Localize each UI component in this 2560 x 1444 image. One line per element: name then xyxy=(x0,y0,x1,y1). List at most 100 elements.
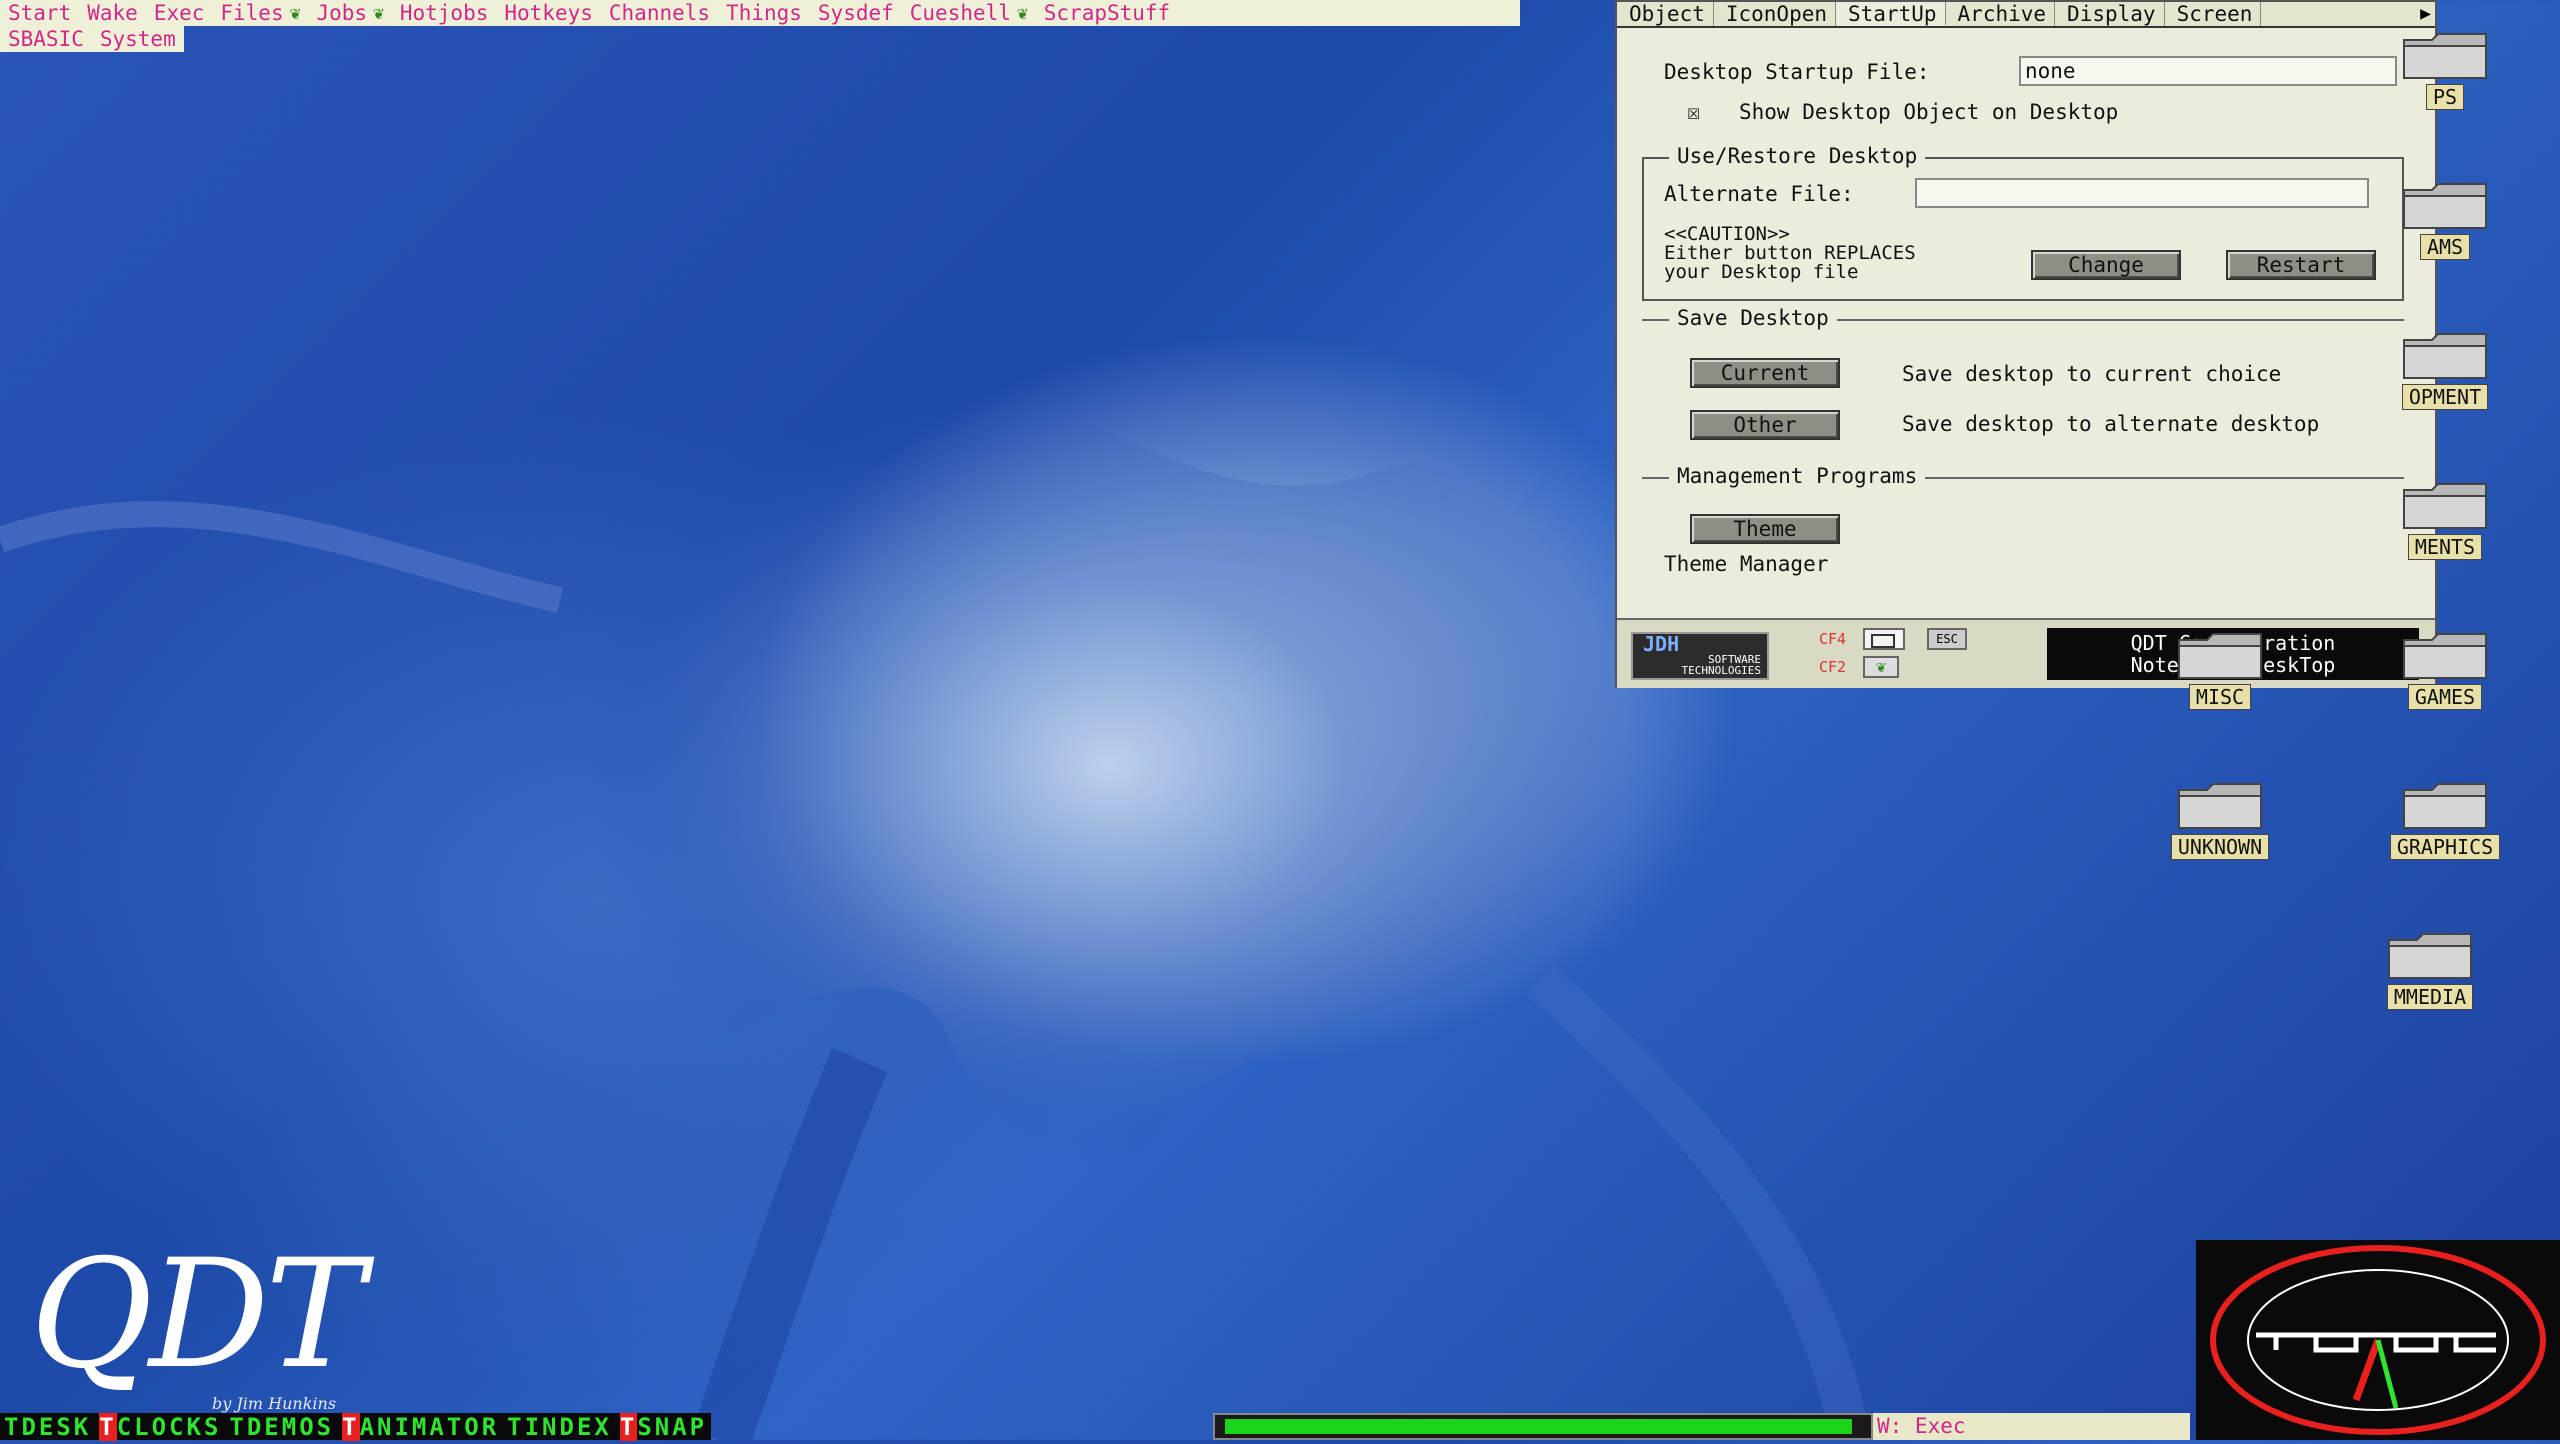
menu-item-sysdef[interactable]: Sysdef xyxy=(810,1,902,25)
task-prefix: T xyxy=(229,1412,247,1441)
menu-item-exec[interactable]: Exec xyxy=(146,1,213,25)
task-label: ANIMATOR xyxy=(359,1412,500,1441)
folder-icon xyxy=(2400,180,2490,232)
management-title: Management Programs xyxy=(1669,464,1926,488)
alternate-file-label: Alternate File: xyxy=(1664,182,1854,206)
task-prefix: T xyxy=(619,1412,638,1441)
startup-file-field[interactable]: none xyxy=(2019,56,2397,86)
top-menu-bar: Start Wake Exec Files ❦ Jobs ❦ Hotjobs Hotkeys Ch… xyxy=(0,0,1520,26)
menu-item-label: Sysdef xyxy=(817,1,894,25)
menu-item-label: Things xyxy=(726,1,802,25)
desktop-icon-graphics[interactable]: GRAPHICS xyxy=(2385,780,2505,860)
menu-item-start[interactable]: Start xyxy=(0,1,79,25)
folder-icon xyxy=(2175,780,2265,832)
desktop-icon-label: UNKNOWN xyxy=(2170,834,2270,860)
clock-face-icon xyxy=(2210,1245,2546,1435)
menu-item-label: Start xyxy=(8,1,72,25)
task-bar: TDESK TCLOCKS TDEMOS TANIMATOR TINDEX TSNAP xyxy=(0,1412,712,1441)
desktop-icon-games[interactable]: GAMES xyxy=(2385,630,2505,710)
desktop-icon-opment[interactable]: OPMENT xyxy=(2385,330,2505,410)
menu-item-hotkeys[interactable]: Hotkeys xyxy=(496,1,601,25)
window-footer: JDH SOFTWARE TECHNOLOGIES CF4 CF2 ❦ ESC … xyxy=(1617,618,2435,688)
task-demos[interactable]: TDEMOS xyxy=(225,1413,338,1441)
desktop-icon-unknown[interactable]: UNKNOWN xyxy=(2160,780,2280,860)
logo-jdh: JDH xyxy=(1643,632,1680,656)
tab-object[interactable]: Object xyxy=(1617,2,1714,26)
startup-file-label: Desktop Startup File: xyxy=(1664,60,1930,84)
tab-screen[interactable]: Screen xyxy=(2165,2,2262,26)
change-button[interactable]: Change xyxy=(2031,250,2181,280)
menu-item-things[interactable]: Things xyxy=(718,1,810,25)
theme-button[interactable]: Theme xyxy=(1690,514,1840,544)
task-clocks[interactable]: TCLOCKS xyxy=(95,1412,225,1441)
desktop-icon-ments[interactable]: MENTS xyxy=(2385,480,2505,560)
tab-startup[interactable]: StartUp xyxy=(1836,2,1946,26)
menu-item-system[interactable]: System xyxy=(92,27,184,51)
folder-icon xyxy=(2400,30,2490,82)
caution-line-3: your Desktop file xyxy=(1664,261,1859,283)
menu-item-files[interactable]: Files ❦ xyxy=(212,1,308,25)
menu-item-label: Exec xyxy=(153,1,205,25)
task-animator[interactable]: TANIMATOR xyxy=(338,1412,503,1441)
tab-display[interactable]: Display xyxy=(2055,2,2165,26)
menu-item-label: Channels xyxy=(608,1,711,25)
use-restore-title: Use/Restore Desktop xyxy=(1669,144,1926,168)
menu-item-cueshell[interactable]: Cueshell ❦ xyxy=(902,1,1036,25)
jdh-software-logo: JDH SOFTWARE TECHNOLOGIES xyxy=(1631,632,1769,680)
task-index[interactable]: TINDEX xyxy=(503,1413,616,1441)
save-current-button[interactable]: Current xyxy=(1690,358,1840,388)
desktop-icon-label: PS xyxy=(2425,84,2465,110)
menu-item-label: Cueshell xyxy=(909,1,1011,25)
menu-item-scrapstuff[interactable]: ScrapStuff xyxy=(1036,1,1178,25)
desktop-icon-label: AMS xyxy=(2419,234,2471,260)
menu-item-sbasic[interactable]: SBASIC xyxy=(0,27,92,51)
desktop-icon-mmedia[interactable]: MMEDIA xyxy=(2370,930,2490,1010)
task-label: SNAP xyxy=(637,1412,708,1441)
logo-technologies: TECHNOLOGIES xyxy=(1681,664,1761,677)
desktop-icon-label: MISC xyxy=(2188,684,2252,710)
qdt-logo: QDT xyxy=(30,1228,365,1402)
task-snap[interactable]: TSNAP xyxy=(616,1412,711,1441)
desktop-icon-label: GAMES xyxy=(2407,684,2483,710)
task-desk[interactable]: TDESK xyxy=(0,1413,95,1441)
desktop-icon-ps[interactable]: PS xyxy=(2385,30,2505,110)
menu-item-label: Jobs xyxy=(316,1,368,25)
task-prefix: T xyxy=(342,1412,360,1441)
escape-key-button[interactable]: ESC xyxy=(1927,628,1967,650)
tab-iconopen[interactable]: IconOpen xyxy=(1714,2,1837,26)
menu-item-label: Hotkeys xyxy=(504,1,593,25)
cf2-label: CF2 xyxy=(1819,658,1847,676)
folder-icon xyxy=(2400,480,2490,532)
notebook-tabs: Object IconOpen StartUp Archive Display Scree… xyxy=(1617,2,2435,28)
folder-icon xyxy=(2400,780,2490,832)
menu-item-label: ScrapStuff xyxy=(1043,1,1171,25)
menu-item-hotjobs[interactable]: Hotjobs xyxy=(392,1,497,25)
task-label: DESK xyxy=(21,1412,92,1441)
folder-icon xyxy=(2385,930,2475,982)
tabs-scroll-right-icon[interactable]: ▶ xyxy=(2416,2,2435,26)
menu-item-label: Wake xyxy=(87,1,138,25)
save-other-button[interactable]: Other xyxy=(1690,410,1840,440)
task-prefix: T xyxy=(507,1412,525,1441)
menu-item-channels[interactable]: Channels xyxy=(601,1,718,25)
alternate-file-field[interactable] xyxy=(1915,178,2369,208)
qdt-byline: by Jim Hunkins xyxy=(212,1394,337,1413)
window-resize-icon[interactable] xyxy=(1863,628,1905,650)
save-other-desc: Save desktop to alternate desktop xyxy=(1902,412,2320,436)
submenu-leaf-icon: ❦ xyxy=(289,2,301,24)
desktop-icon-label: MMEDIA xyxy=(2386,984,2474,1010)
tab-archive[interactable]: Archive xyxy=(1946,2,2056,26)
show-object-label: Show Desktop Object on Desktop xyxy=(1739,100,2119,124)
config-notebook-window: Object IconOpen StartUp Archive Display Scree… xyxy=(1615,0,2437,688)
desktop-icon-misc[interactable]: MISC xyxy=(2160,630,2280,710)
menu-item-wake[interactable]: Wake xyxy=(79,1,146,25)
menu-item-jobs[interactable]: Jobs ❦ xyxy=(308,1,391,25)
desktop-icon-ams[interactable]: AMS xyxy=(2385,180,2505,260)
task-label: INDEX xyxy=(524,1412,612,1441)
restart-button[interactable]: Restart xyxy=(2226,250,2376,280)
submenu-leaf-icon: ❦ xyxy=(373,2,384,24)
menu-item-label: Hotjobs xyxy=(399,1,489,25)
exec-status-label: W: Exec xyxy=(1873,1413,2190,1440)
show-object-checkbox[interactable]: ☒ xyxy=(1687,100,1700,125)
leaf-icon[interactable]: ❦ xyxy=(1863,656,1899,678)
